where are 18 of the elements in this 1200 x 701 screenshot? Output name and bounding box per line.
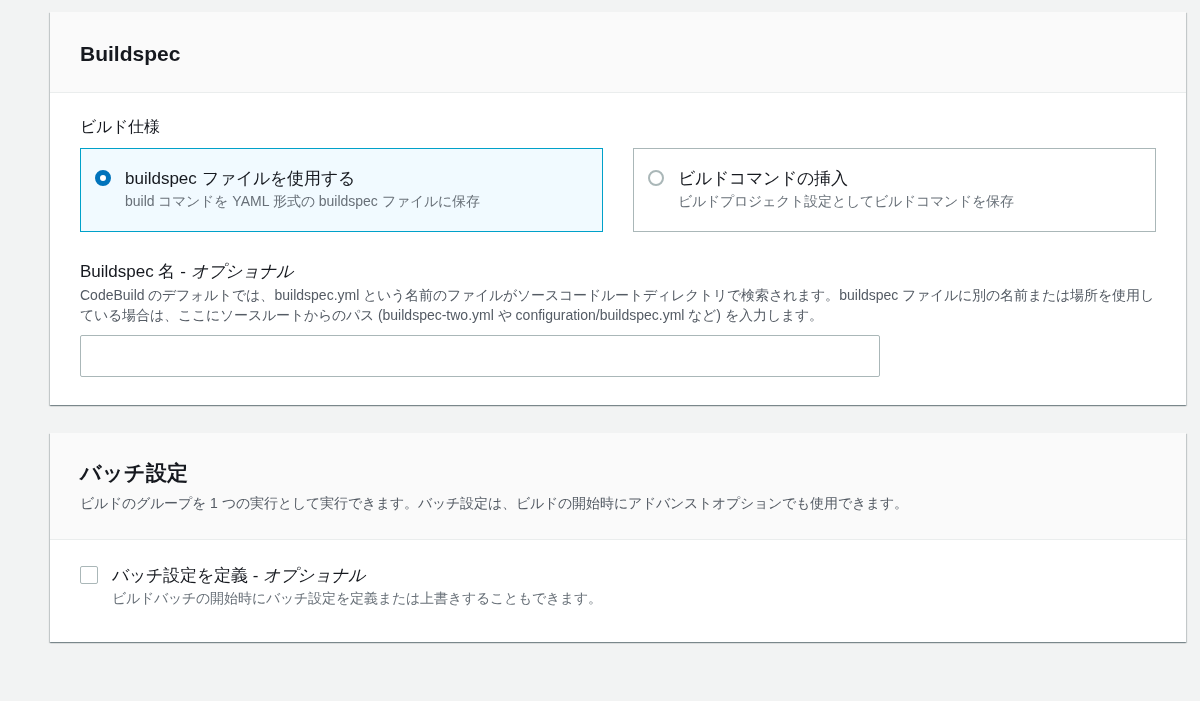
option-description: build コマンドを YAML 形式の buildspec ファイルに保存 <box>125 193 480 211</box>
radio-button[interactable] <box>648 170 664 186</box>
radio-option-card[interactable]: ビルドコマンドの挿入 ビルドプロジェクト設定としてビルドコマンドを保存 <box>633 148 1156 232</box>
checkbox-label: バッチ設定を定義 - オプショナル <box>112 565 367 587</box>
option-label: ビルドコマンドの挿入 <box>678 168 849 190</box>
radio-button[interactable] <box>95 170 111 186</box>
field-description: CodeBuild のデフォルトでは、buildspec.yml という名前のファイルがソースコードルートディレクトリで検索されます。buildspec ファイルに別の名前または場所を使用している場合は、ここにソースルートからのパス (buildspec-two.yml や configuration/buildspec.yml など) を入力します。 <box>80 286 1156 325</box>
panel-description: ビルドのグループを 1 つの実行として実行できます。バッチ設定は、ビルドの開始時にアドバンストオプションでも使用できます。 <box>80 495 909 513</box>
option-description: ビルドプロジェクト設定としてビルドコマンドを保存 <box>678 193 1014 211</box>
option-label: buildspec ファイルを使用する <box>125 168 356 190</box>
panel-title: Buildspec <box>80 42 182 66</box>
panel-title: バッチ設定 <box>80 460 189 486</box>
radio-option-card[interactable]: buildspec ファイルを使用する build コマンドを YAML 形式の buildspec ファイルに保存 <box>80 148 603 232</box>
field-label: Buildspec 名 - オプショナル <box>80 261 295 283</box>
field-label: ビルド仕様 <box>80 117 161 137</box>
checkbox[interactable] <box>80 566 98 584</box>
input-field[interactable] <box>80 335 880 377</box>
checkbox-description: ビルドバッチの開始時にバッチ設定を定義または上書きすることもできます。 <box>112 590 602 608</box>
